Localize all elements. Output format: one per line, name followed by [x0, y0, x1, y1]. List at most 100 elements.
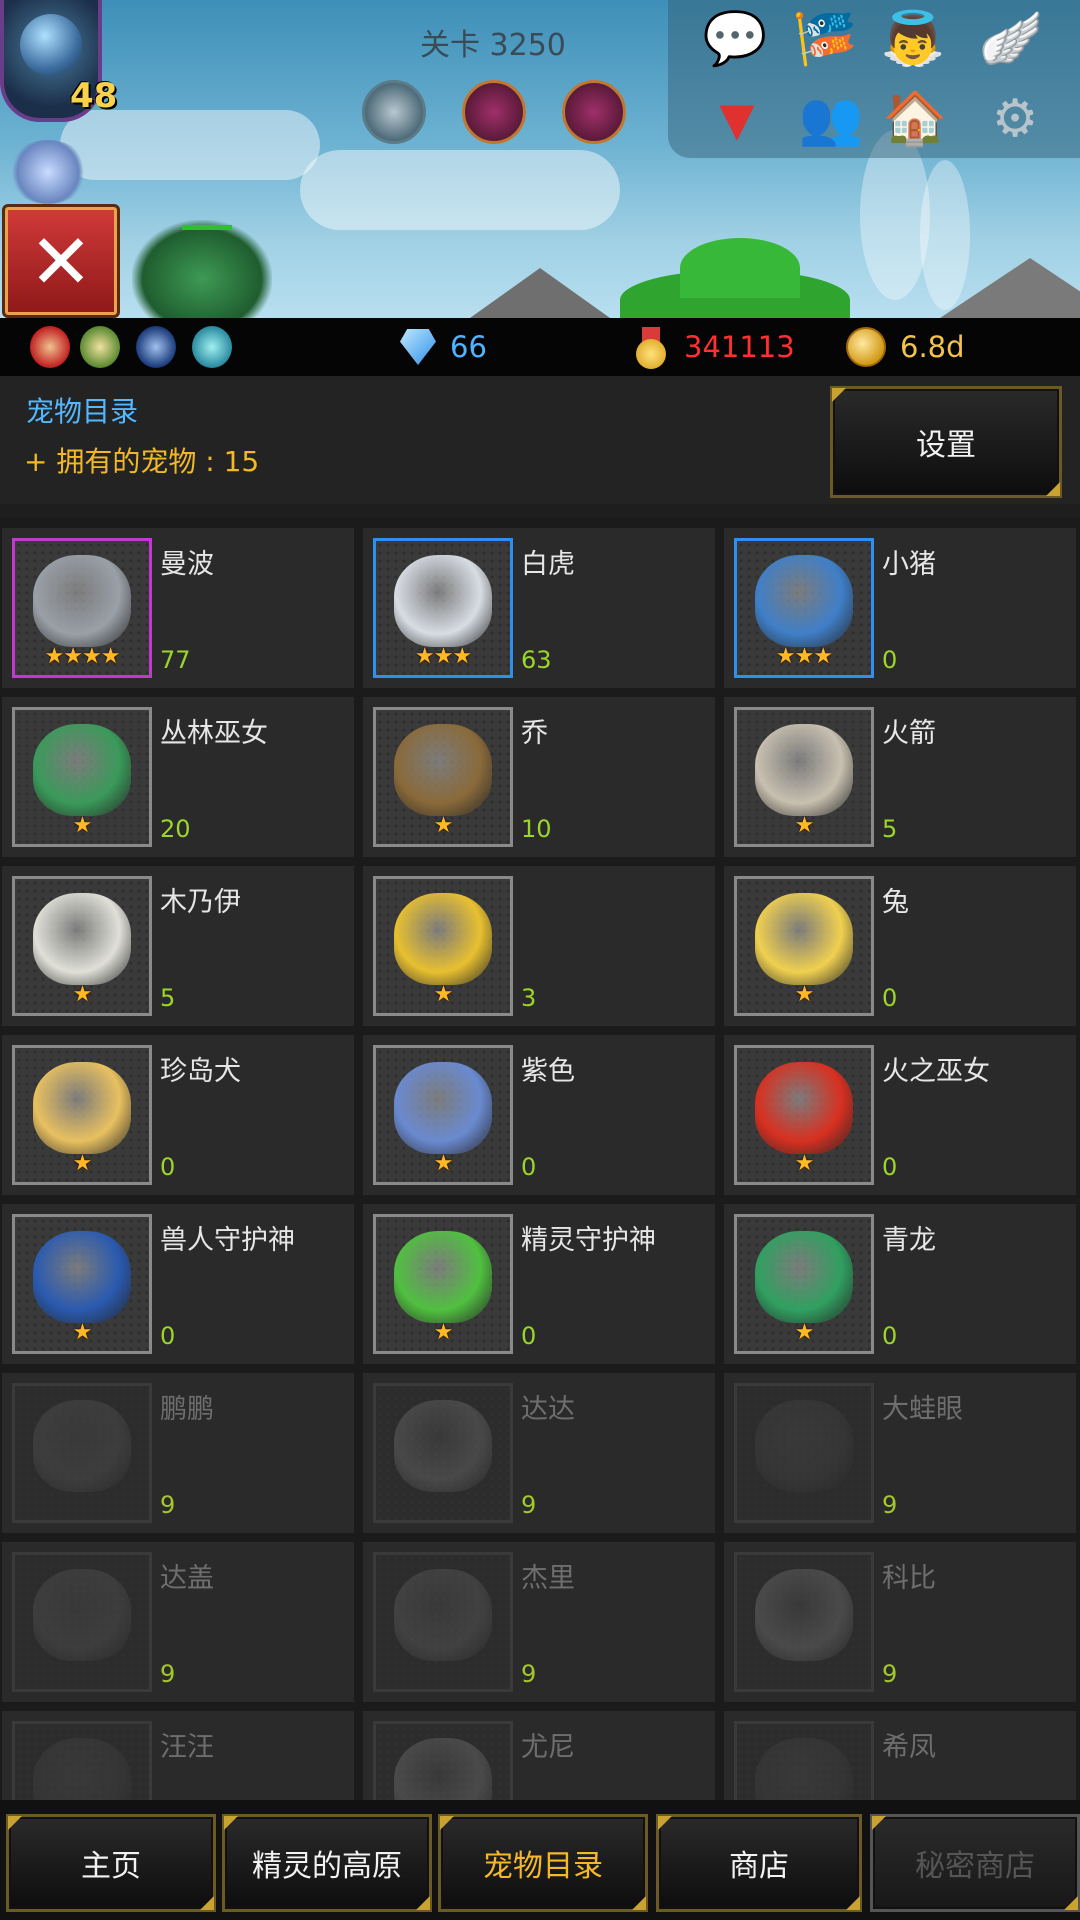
hero-portrait[interactable] [8, 140, 88, 204]
pet-creature-icon [755, 1738, 853, 1800]
pet-card[interactable]: 大蛙眼 9 [724, 1373, 1076, 1533]
gold-value: 6.8d [900, 330, 965, 364]
pet-creature-icon [33, 555, 131, 647]
pet-count: 0 [882, 1322, 898, 1350]
pet-name: 乔 [521, 718, 548, 749]
pet-card[interactable]: ★★★★ 曼波 77 [2, 528, 354, 688]
pet-creature-icon [33, 1231, 131, 1323]
pet-creature-icon [33, 724, 131, 816]
pet-card[interactable]: ★ 乔 10 [363, 697, 715, 857]
pet-portrait [12, 1383, 152, 1523]
dropdown-arrow-icon[interactable]: ▼ [702, 88, 772, 150]
pet-name: 尤尼 [521, 1732, 575, 1763]
skill-orb-3[interactable] [562, 80, 626, 144]
hero-avatar-3[interactable] [136, 326, 176, 368]
pet-creature-icon [394, 724, 492, 816]
angel-icon[interactable]: 👼 [878, 8, 948, 70]
nav-label: 宠物目录 [483, 1849, 603, 1884]
hero-avatar-1[interactable] [30, 326, 70, 368]
nav-button[interactable]: 主页 [6, 1814, 216, 1912]
nav-button[interactable]: 宠物目录 [438, 1814, 648, 1912]
owned-pets-count: + 拥有的宠物 : 15 [24, 445, 260, 478]
pet-count: 9 [882, 1491, 898, 1519]
pet-creature-icon [394, 555, 492, 647]
pet-portrait: ★ [734, 1045, 874, 1185]
pet-card[interactable]: 达盖 9 [2, 1542, 354, 1702]
pet-name: 丛林巫女 [160, 718, 268, 749]
star-rating-icon: ★ [72, 1151, 93, 1176]
pet-count: 5 [160, 984, 176, 1012]
pet-creature-icon [394, 1231, 492, 1323]
hero-avatar-4[interactable] [192, 326, 232, 368]
hero-avatar-2[interactable] [80, 326, 120, 368]
unit-hp-bar [182, 225, 232, 230]
nav-button[interactable]: 精灵的高原 [222, 1814, 432, 1912]
skill-orb-2[interactable] [462, 80, 526, 144]
pet-card[interactable]: 鹏鹏 9 [2, 1373, 354, 1533]
skull-icon [20, 14, 82, 76]
pet-creature-icon [394, 1569, 492, 1661]
pet-card[interactable]: ★★★ 白虎 63 [363, 528, 715, 688]
chat-icon[interactable]: 💬 [700, 8, 770, 70]
pet-name: 紫色 [521, 1056, 575, 1087]
pet-portrait [12, 1552, 152, 1692]
settings-gear-icon[interactable]: ⚙ [980, 88, 1050, 150]
pet-card[interactable]: ★ 木乃伊 5 [2, 866, 354, 1026]
wings-icon[interactable]: 🪽 [976, 8, 1046, 70]
pet-creature-icon [394, 1400, 492, 1492]
skill-orb-1[interactable] [362, 80, 426, 144]
pet-name: 白虎 [521, 549, 575, 580]
pet-card[interactable]: ★ 丛林巫女 20 [2, 697, 354, 857]
pet-count: 0 [521, 1153, 537, 1181]
pet-card[interactable]: 汪汪 [2, 1711, 354, 1800]
pet-card[interactable]: ★ 精灵守护神 0 [363, 1204, 715, 1364]
pet-card[interactable]: 尤尼 [363, 1711, 715, 1800]
pet-card[interactable]: ★ 火箭 5 [724, 697, 1076, 857]
pet-name: 杰里 [521, 1563, 575, 1594]
nav-button[interactable]: 商店 [656, 1814, 862, 1912]
pet-card[interactable]: ★ 3 [363, 866, 715, 1026]
close-button[interactable]: ✕ [2, 204, 120, 318]
pet-count: 0 [521, 1322, 537, 1350]
star-rating-icon: ★ [794, 813, 815, 838]
pet-card[interactable]: ★ 兔 0 [724, 866, 1076, 1026]
pet-portrait [373, 1721, 513, 1800]
nav-label: 精灵的高原 [252, 1849, 402, 1884]
resource-bar: 66 341113 6.8d [0, 318, 1080, 378]
pet-name: 青龙 [882, 1225, 936, 1256]
pet-count: 5 [882, 815, 898, 843]
mailbox-icon[interactable]: 🏠 [880, 88, 950, 150]
pet-card[interactable]: ★ 紫色 0 [363, 1035, 715, 1195]
pet-portrait [734, 1552, 874, 1692]
pet-card[interactable]: ★ 火之巫女 0 [724, 1035, 1076, 1195]
event-banner-icon[interactable]: 🎏 [790, 8, 860, 70]
pet-card[interactable]: ★★★ 小猪 0 [724, 528, 1076, 688]
friends-icon[interactable]: 👥 [796, 88, 866, 150]
pet-portrait [734, 1721, 874, 1800]
pet-card[interactable]: 杰里 9 [363, 1542, 715, 1702]
bottom-navigation: 主页 精灵的高原 宠物目录 商店 秘密商店 [0, 1800, 1080, 1920]
pet-name: 科比 [882, 1563, 936, 1594]
pet-name: 火之巫女 [882, 1056, 990, 1087]
settings-button[interactable]: 设置 [830, 386, 1062, 498]
pet-card[interactable]: 希凤 [724, 1711, 1076, 1800]
star-rating-icon: ★ [433, 1151, 454, 1176]
pet-count: 10 [521, 815, 552, 843]
pet-creature-icon [33, 1738, 131, 1800]
cloud [300, 150, 620, 230]
pet-count: 0 [160, 1322, 176, 1350]
pet-portrait: ★ [12, 1214, 152, 1354]
corner-ornament [1046, 482, 1060, 496]
pet-card[interactable]: ★ 兽人守护神 0 [2, 1204, 354, 1364]
pet-card[interactable]: ★ 青龙 0 [724, 1204, 1076, 1364]
star-rating-icon: ★★★★ [44, 644, 121, 669]
pet-card[interactable]: ★ 珍岛犬 0 [2, 1035, 354, 1195]
pet-card[interactable]: 科比 9 [724, 1542, 1076, 1702]
star-rating-icon: ★★★ [775, 644, 833, 669]
pet-portrait: ★★★ [734, 538, 874, 678]
nav-label: 主页 [81, 1849, 141, 1884]
pet-creature-icon [755, 893, 853, 985]
pet-card[interactable]: 达达 9 [363, 1373, 715, 1533]
star-rating-icon: ★ [794, 1320, 815, 1345]
pet-count: 0 [882, 1153, 898, 1181]
